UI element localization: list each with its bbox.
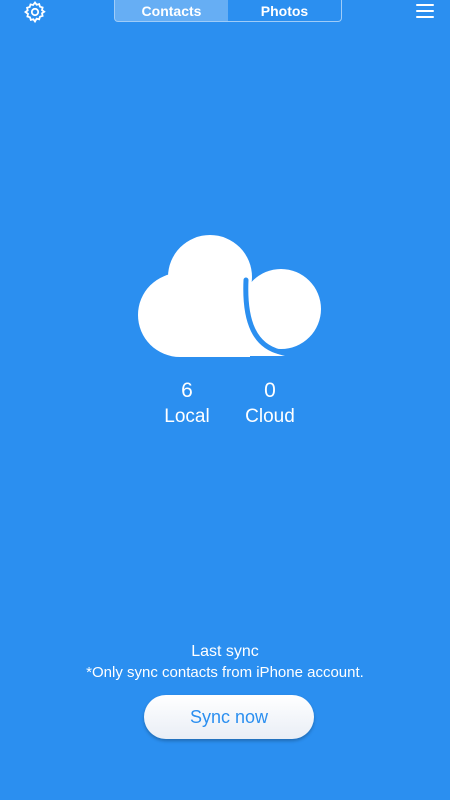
tab-photos[interactable]: Photos	[228, 0, 341, 21]
gear-icon	[23, 0, 46, 24]
local-count-value: 6	[181, 379, 193, 402]
sync-counts: 6 Local 0 Cloud	[0, 378, 450, 438]
local-count-label: Local	[164, 406, 210, 427]
sync-note: *Only sync contacts from iPhone account.	[86, 664, 364, 681]
settings-button[interactable]	[23, 0, 47, 24]
top-bar: Contacts Photos	[0, 0, 450, 28]
hamburger-menu-icon	[416, 4, 434, 18]
tab-switcher: Contacts Photos	[114, 0, 342, 22]
menu-button[interactable]	[416, 2, 434, 20]
last-sync-label: Last sync	[191, 643, 259, 660]
tab-contacts[interactable]: Contacts	[115, 0, 228, 21]
cloud-count: 0 Cloud	[230, 378, 310, 430]
local-count: 6 Local	[147, 378, 227, 430]
cloud-icon	[138, 235, 321, 357]
cloud-count-value: 0	[264, 379, 276, 402]
cloud-count-label: Cloud	[245, 406, 295, 427]
cloud-illustration	[135, 232, 325, 362]
sync-now-button[interactable]: Sync now	[144, 695, 314, 739]
